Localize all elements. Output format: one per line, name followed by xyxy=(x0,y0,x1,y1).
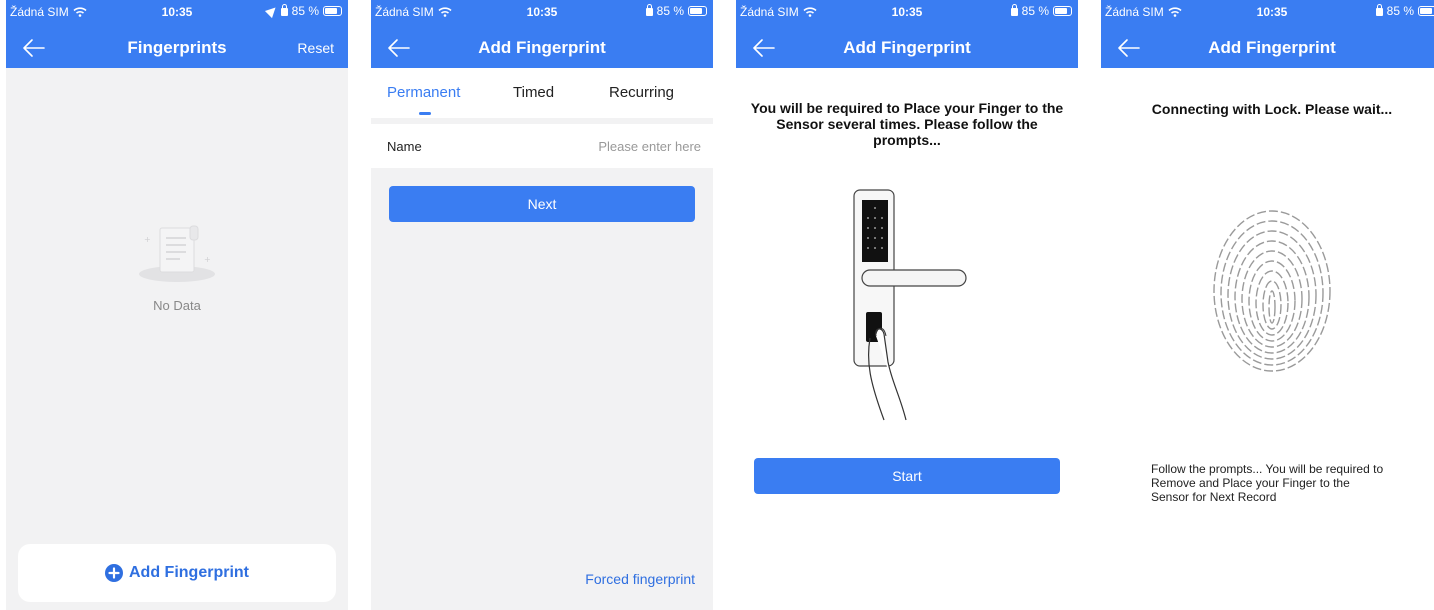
fingerprint-instruction-screen: Žádná SIM 10:35 85 % Add Fingerprint You… xyxy=(736,0,1078,610)
start-button[interactable]: Start xyxy=(754,458,1060,494)
battery-icon xyxy=(1053,6,1072,16)
battery-percent: 85 % xyxy=(1386,4,1414,18)
nav-bar: Add Fingerprint xyxy=(371,28,713,68)
instruction-text: You will be required to Place your Finge… xyxy=(750,100,1064,148)
status-bar: Žádná SIM 10:35 85 % xyxy=(736,0,1078,22)
battery: 85 % xyxy=(1010,4,1072,18)
add-fingerprint-form-screen: Žádná SIM 10:35 85 % Add Fingerprint Per… xyxy=(371,0,713,610)
connecting-screen: Žádná SIM 10:35 85 % Add Fingerprint Con… xyxy=(1101,0,1434,610)
follow-prompts-text: Follow the prompts... You will be requir… xyxy=(1151,462,1384,504)
battery-percent: 85 % xyxy=(291,4,319,18)
connecting-text: Connecting with Lock. Please wait... xyxy=(1151,101,1393,117)
battery: 85 % xyxy=(264,3,342,19)
top-bar: Žádná SIM 10:35 85 % Add Fingerprint xyxy=(371,0,713,68)
fingerprint-icon xyxy=(1213,210,1331,372)
battery-icon xyxy=(688,6,707,16)
battery-percent: 85 % xyxy=(656,4,684,18)
svg-text:+: + xyxy=(144,235,151,244)
top-bar: Žádná SIM 10:35 85 % Add Fingerprint xyxy=(1101,0,1434,68)
status-bar: Žádná SIM 10:35 85 % xyxy=(6,0,348,22)
battery-icon xyxy=(323,6,342,16)
reset-button[interactable]: Reset xyxy=(297,40,334,56)
door-lock-illustration xyxy=(853,189,967,421)
add-fingerprint-label: Add Fingerprint xyxy=(129,564,249,581)
name-row: Name xyxy=(371,124,713,168)
empty-state-text: No Data xyxy=(153,298,201,313)
battery: 85 % xyxy=(1375,4,1434,18)
top-bar: Žádná SIM 10:35 85 % Fingerprints Reset xyxy=(6,0,348,68)
empty-document-icon: + + xyxy=(139,225,215,282)
plus-circle-icon xyxy=(105,564,123,582)
name-input[interactable] xyxy=(521,133,701,159)
nav-bar: Add Fingerprint xyxy=(1101,28,1434,68)
top-bar: Žádná SIM 10:35 85 % Add Fingerprint xyxy=(736,0,1078,68)
next-button[interactable]: Next xyxy=(389,186,695,222)
forced-fingerprint-link[interactable]: Forced fingerprint xyxy=(585,571,695,587)
battery-icon xyxy=(1418,6,1434,16)
add-fingerprint-button[interactable]: Add Fingerprint xyxy=(18,544,336,602)
status-bar: Žádná SIM 10:35 85 % xyxy=(371,0,713,22)
tab-recurring[interactable]: Recurring xyxy=(609,84,674,101)
type-tabs: Permanent Timed Recurring xyxy=(371,68,713,118)
orientation-lock-icon xyxy=(1375,4,1383,16)
orientation-lock-icon xyxy=(280,4,288,16)
orientation-lock-icon xyxy=(645,4,653,16)
battery: 85 % xyxy=(645,4,707,18)
battery-percent: 85 % xyxy=(1021,4,1049,18)
tab-permanent[interactable]: Permanent xyxy=(387,84,460,101)
page-title: Add Fingerprint xyxy=(1208,38,1336,57)
page-title: Add Fingerprint xyxy=(843,38,971,57)
active-tab-indicator xyxy=(419,112,431,115)
nav-bar: Fingerprints Reset xyxy=(6,28,348,68)
fingerprints-screen: Žádná SIM 10:35 85 % Fingerprints Reset xyxy=(6,0,348,610)
tab-timed[interactable]: Timed xyxy=(513,84,554,101)
location-icon xyxy=(264,3,279,19)
page-title: Add Fingerprint xyxy=(478,38,606,57)
empty-state-illustration: + + xyxy=(6,222,348,291)
name-label: Name xyxy=(387,139,422,154)
status-bar: Žádná SIM 10:35 85 % xyxy=(1101,0,1434,22)
svg-text:+: + xyxy=(204,255,211,264)
orientation-lock-icon xyxy=(1010,4,1018,16)
nav-bar: Add Fingerprint xyxy=(736,28,1078,68)
